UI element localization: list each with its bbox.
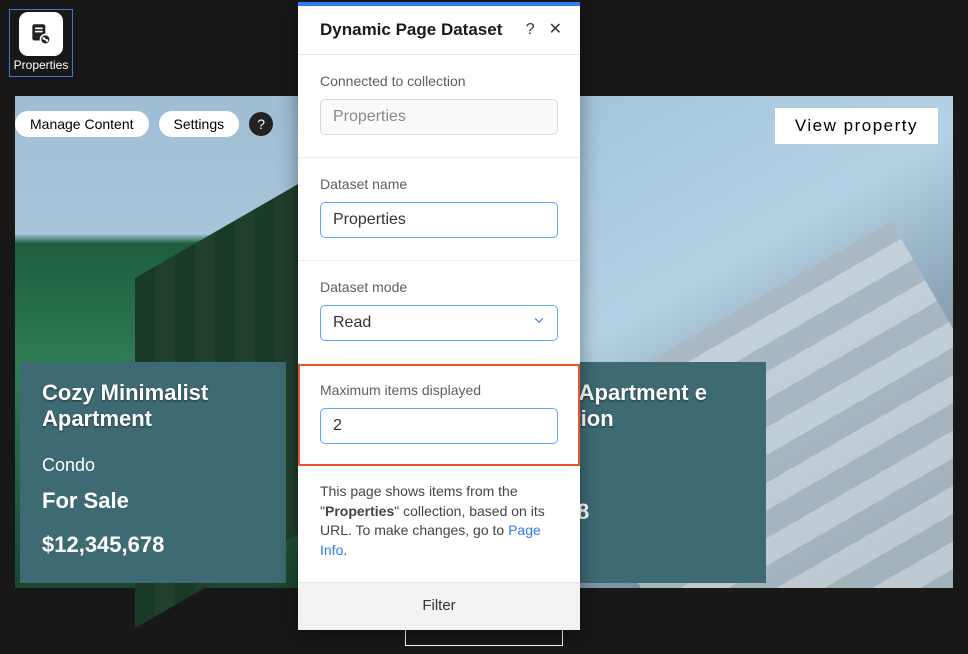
connected-collection-section: Connected to collection Properties: [298, 55, 580, 158]
field-label: Dataset mode: [320, 279, 558, 295]
property-type: Condo: [42, 455, 264, 476]
properties-tool-label: Properties: [14, 58, 69, 72]
info-collection-name: Properties: [325, 503, 394, 519]
property-status: For Sale: [42, 488, 264, 514]
property-price: $12,345,678: [42, 532, 264, 558]
help-icon[interactable]: ?: [249, 112, 273, 136]
field-label: Maximum items displayed: [320, 382, 558, 398]
settings-button[interactable]: Settings: [159, 111, 240, 137]
canvas-toolbar: Manage Content Settings ?: [15, 111, 273, 137]
connected-collection-field[interactable]: Properties: [320, 99, 558, 135]
dataset-icon: [19, 12, 63, 56]
properties-tool[interactable]: Properties: [9, 9, 73, 77]
dataset-name-input[interactable]: [320, 202, 558, 238]
view-property-button[interactable]: View property: [775, 108, 938, 144]
property-title: Cozy Minimalist Apartment: [42, 380, 264, 433]
panel-title: Dynamic Page Dataset: [320, 20, 512, 40]
dataset-settings-panel: Dynamic Page Dataset ? ✕ Connected to co…: [298, 2, 580, 630]
property-card: Cozy Minimalist Apartment Condo For Sale…: [20, 362, 286, 583]
info-text-part: .: [343, 542, 347, 558]
dataset-name-section: Dataset name: [298, 158, 580, 261]
close-icon[interactable]: ✕: [549, 22, 562, 38]
panel-header: Dynamic Page Dataset ? ✕: [298, 6, 580, 55]
max-items-input[interactable]: [320, 408, 558, 444]
field-label: Connected to collection: [320, 73, 558, 89]
field-label: Dataset name: [320, 176, 558, 192]
page-info-text: This page shows items from the "Properti…: [298, 466, 580, 582]
manage-content-button[interactable]: Manage Content: [15, 111, 149, 137]
help-icon[interactable]: ?: [526, 22, 535, 38]
dataset-mode-section: Dataset mode Read: [298, 261, 580, 364]
dataset-mode-select[interactable]: Read: [320, 305, 558, 341]
filter-button[interactable]: Filter: [298, 582, 580, 630]
max-items-section: Maximum items displayed: [298, 364, 580, 466]
